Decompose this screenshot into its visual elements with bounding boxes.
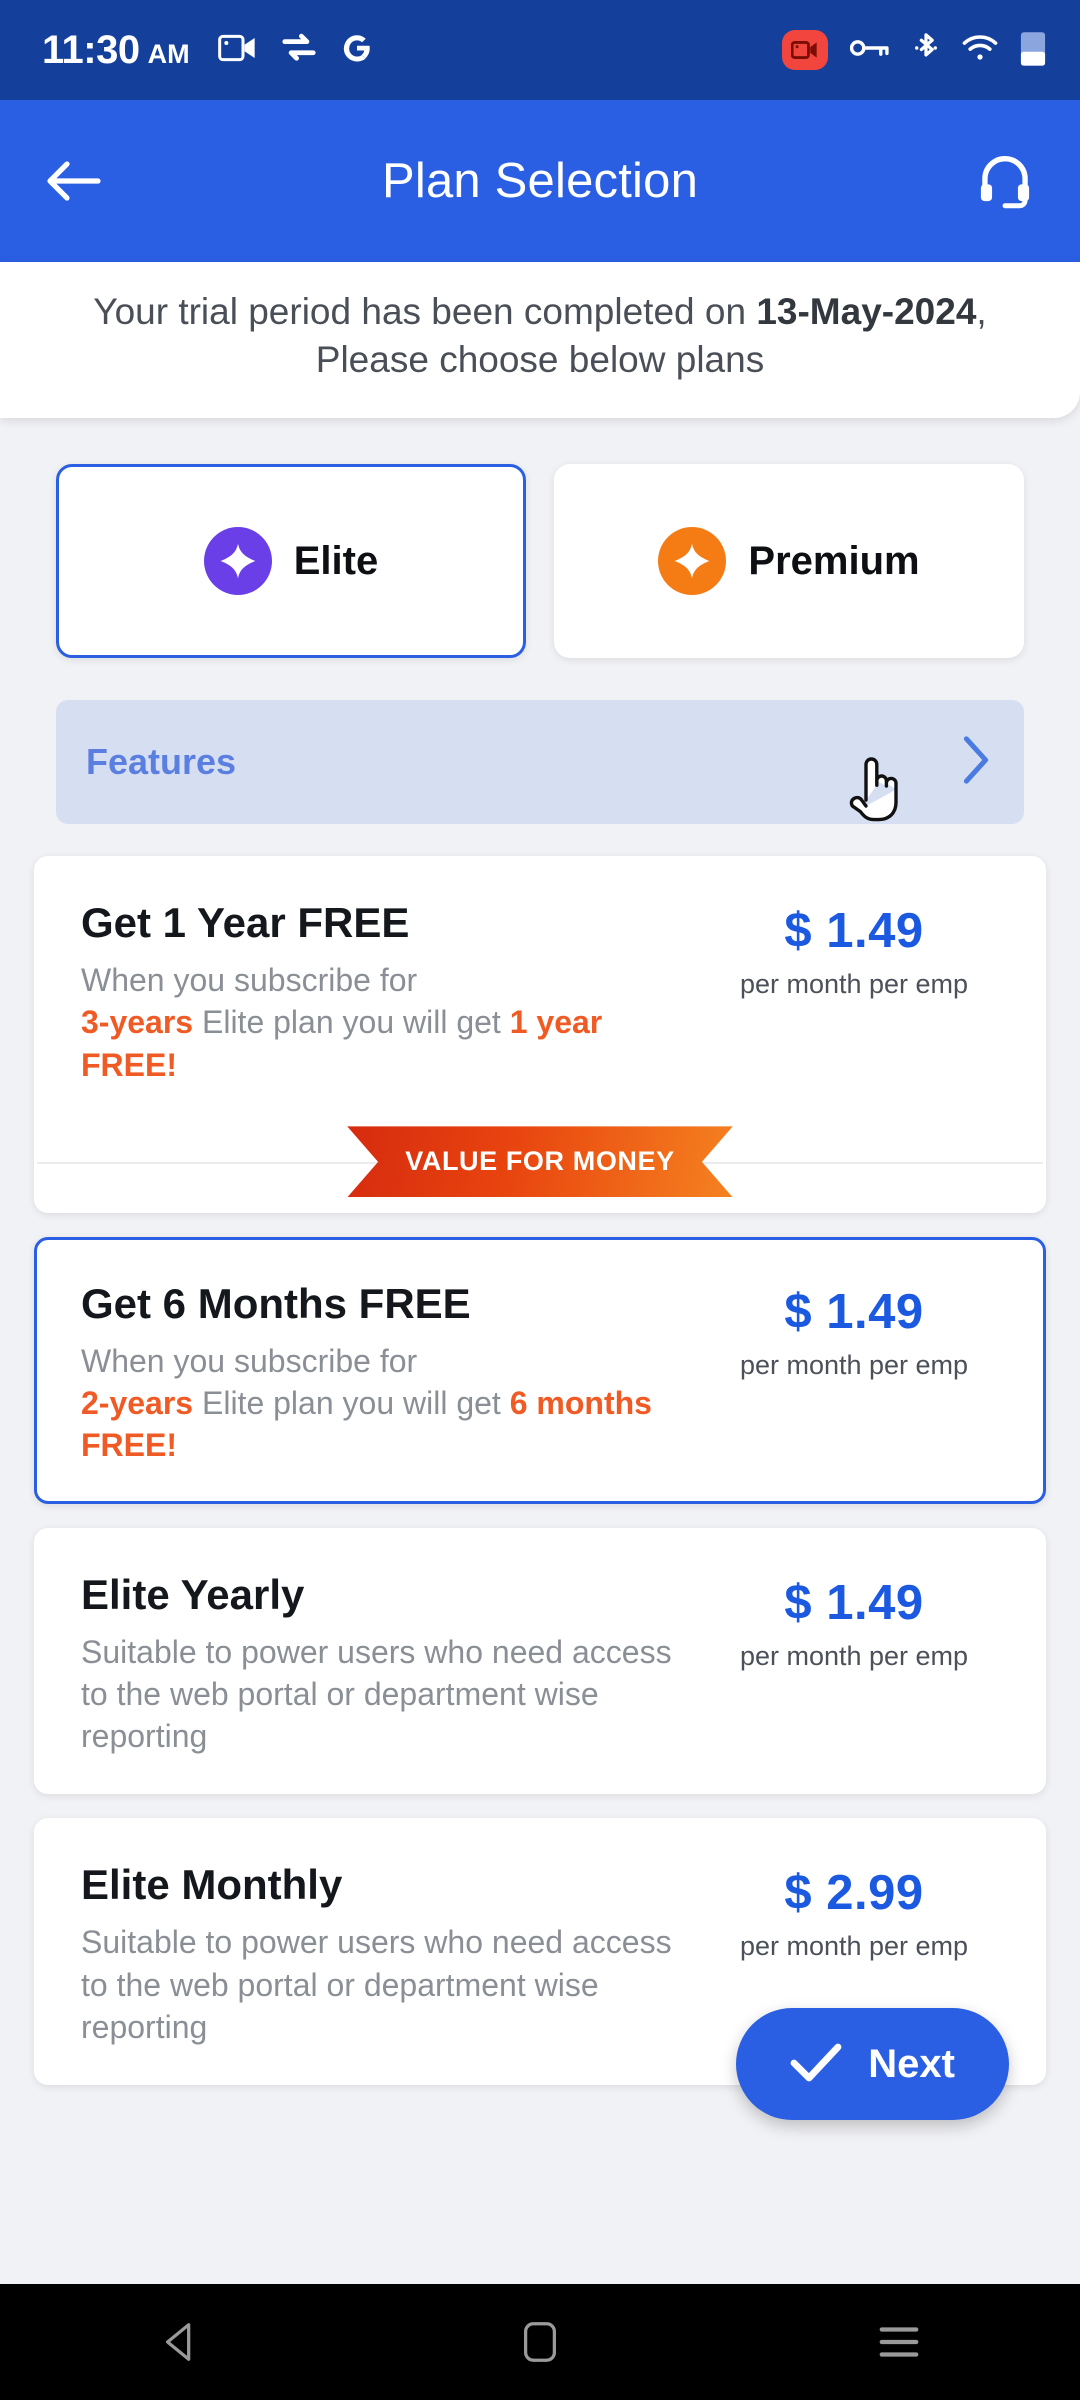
- plan-card-body: Get 1 Year FREE When you subscribe for 3…: [81, 899, 709, 1086]
- chevron-right-icon: [962, 735, 990, 790]
- sparkle-badge-icon: [658, 527, 727, 596]
- battery-icon: [1020, 29, 1046, 72]
- tab-elite-label: Elite: [293, 538, 379, 583]
- trial-banner-prefix: Your trial period has been completed on: [93, 291, 757, 332]
- home-square-icon[interactable]: [460, 2319, 620, 2365]
- sync-transfer-icon: [280, 32, 318, 69]
- features-row[interactable]: Features: [56, 700, 1024, 825]
- plan-title: Elite Yearly: [81, 1570, 305, 1618]
- trial-end-date: 13-May-2024: [756, 291, 977, 332]
- trial-banner-text: Your trial period has been completed on …: [44, 288, 1036, 384]
- plan-description: When you subscribe for 2-years Elite pla…: [81, 1340, 685, 1467]
- screen-record-icon: [782, 30, 828, 70]
- status-time: 11:30: [42, 27, 140, 72]
- plan-price-block: $ 2.99 per month per emp: [709, 1861, 999, 1962]
- plan-price-unit: per month per emp: [739, 1931, 969, 1962]
- main-content: Elite Premium Features Get 1 Year FREE W…: [0, 418, 1080, 2120]
- plan-desc-term: 3-years: [81, 1004, 194, 1041]
- status-bar-left: 11:30 AM: [42, 28, 374, 73]
- google-g-icon: [340, 31, 374, 70]
- android-nav-bar: [0, 2284, 1080, 2400]
- tab-premium[interactable]: Premium: [554, 464, 1024, 659]
- phone-screen: 11:30 AM Plan Selection Your trial perio…: [0, 0, 1080, 2400]
- plan-cards-list: Get 1 Year FREE When you subscribe for 3…: [0, 824, 1080, 2120]
- triangle-back-icon[interactable]: [98, 2319, 264, 2365]
- value-for-money-ribbon: VALUE FOR MONEY: [347, 1126, 733, 1198]
- sparkle-badge-icon: [203, 527, 272, 596]
- features-label: Features: [86, 741, 237, 783]
- plan-price-block: $ 1.49 per month per emp: [709, 1571, 999, 1672]
- plan-card-row: Get 6 Months FREE When you subscribe for…: [81, 1280, 999, 1467]
- plan-card-row: Elite Yearly Suitable to power users who…: [81, 1571, 999, 1758]
- next-button-label: Next: [868, 2041, 955, 2086]
- plan-price: $ 2.99: [784, 1866, 924, 1921]
- plan-price-unit: per month per emp: [739, 1349, 969, 1380]
- plan-card-row: Get 1 Year FREE When you subscribe for 3…: [81, 899, 999, 1086]
- plan-card-elite-monthly[interactable]: Elite Monthly Suitable to power users wh…: [34, 1818, 1046, 2120]
- plan-price: $ 1.49: [784, 904, 924, 959]
- check-icon: [790, 2042, 842, 2087]
- plan-desc-line1: When you subscribe for: [81, 962, 418, 999]
- status-ampm: AM: [147, 38, 190, 69]
- plan-card-1-year-free[interactable]: Get 1 Year FREE When you subscribe for 3…: [34, 856, 1046, 1213]
- plan-card-6-months-free[interactable]: Get 6 Months FREE When you subscribe for…: [34, 1236, 1046, 1504]
- plan-title: Get 6 Months FREE: [81, 1279, 471, 1327]
- tab-premium-label: Premium: [748, 538, 920, 583]
- plan-card-body: Elite Yearly Suitable to power users who…: [81, 1571, 709, 1758]
- hand-pointer-cursor: [846, 752, 908, 835]
- plan-card-elite-yearly[interactable]: Elite Yearly Suitable to power users who…: [34, 1527, 1046, 1795]
- plan-card-body: Get 6 Months FREE When you subscribe for…: [81, 1280, 709, 1467]
- tab-elite[interactable]: Elite: [56, 464, 526, 659]
- plan-title: Elite Monthly: [81, 1861, 343, 1909]
- recents-lines-icon[interactable]: [816, 2322, 982, 2362]
- plan-price-block: $ 1.49 per month per emp: [709, 899, 999, 1000]
- status-bar: 11:30 AM: [0, 0, 1080, 100]
- plan-desc-mid: Elite plan you will get: [193, 1004, 510, 1041]
- plan-price: $ 1.49: [784, 1284, 924, 1339]
- next-button[interactable]: Next: [736, 2008, 1009, 2120]
- plan-price-unit: per month per emp: [739, 1640, 969, 1671]
- plan-desc-mid: Elite plan you will get: [193, 1385, 510, 1422]
- app-bar: Plan Selection: [0, 100, 1080, 262]
- headset-icon[interactable]: [976, 152, 1034, 210]
- status-notification-icons: [217, 31, 374, 70]
- plan-description: Suitable to power users who need access …: [81, 1924, 672, 2045]
- back-button[interactable]: [46, 160, 102, 202]
- plan-title: Get 1 Year FREE: [81, 899, 410, 947]
- vpn-key-icon: [849, 36, 890, 65]
- plan-price-block: $ 1.49 per month per emp: [709, 1280, 999, 1381]
- value-ribbon-wrap: VALUE FOR MONEY: [37, 1114, 1043, 1210]
- trial-banner: Your trial period has been completed on …: [0, 262, 1080, 419]
- video-call-icon: [217, 33, 258, 68]
- plan-description: Suitable to power users who need access …: [81, 1633, 672, 1755]
- plan-card-body: Elite Monthly Suitable to power users wh…: [81, 1861, 709, 2048]
- plan-price: $ 1.49: [784, 1575, 924, 1630]
- page-title: Plan Selection: [381, 154, 699, 208]
- status-bar-right: [782, 29, 1046, 72]
- plan-desc-term: 2-years: [81, 1385, 194, 1422]
- plan-description: When you subscribe for 3-years Elite pla…: [81, 959, 685, 1086]
- plan-desc-line1: When you subscribe for: [81, 1342, 418, 1379]
- plan-price-unit: per month per emp: [739, 969, 969, 1000]
- wifi-icon: [962, 34, 998, 67]
- bluetooth-icon: [912, 31, 940, 70]
- plan-type-tabs: Elite Premium: [0, 418, 1080, 659]
